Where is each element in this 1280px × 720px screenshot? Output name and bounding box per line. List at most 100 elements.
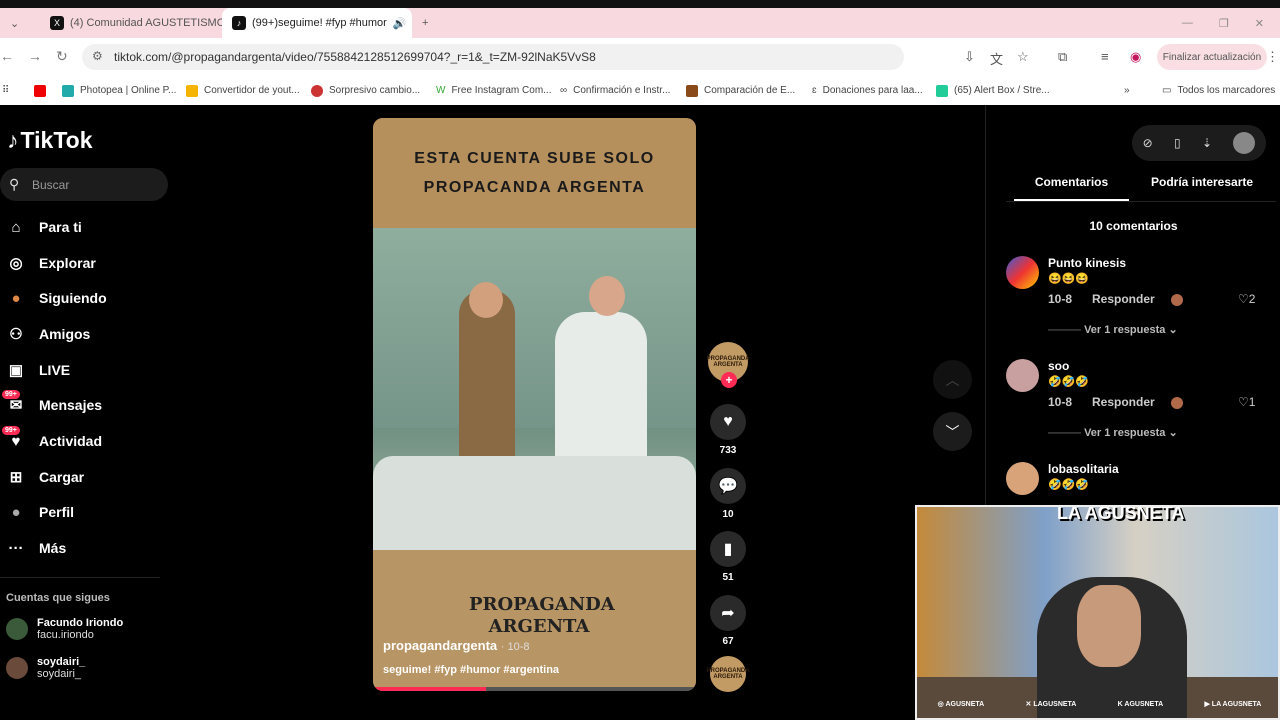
update-button[interactable]: Finalizar actualización <box>1157 44 1267 70</box>
bookmark-item[interactable]: ∞ Confirmación e Instr... <box>560 85 670 96</box>
view-replies[interactable]: ——— Ver 1 respuesta ⌄ <box>1048 426 1178 439</box>
previous-video-button[interactable]: ︿ <box>933 360 972 399</box>
nav-live[interactable]: ▣ LIVE <box>6 360 70 380</box>
like-button[interactable]: ♥ 733 <box>710 404 746 456</box>
commenter-name[interactable]: lobasolitaria <box>1048 462 1119 476</box>
new-tab-button[interactable]: + <box>412 8 442 38</box>
extensions-icon[interactable]: ⧉ <box>1058 49 1067 65</box>
video-headline: ESTA CUENTA SUBE SOLO PROPACANDA ARGENTA <box>373 118 696 228</box>
following-account[interactable]: Facundo Iriondo facu.iriondo <box>6 617 123 641</box>
next-video-button[interactable]: ﹀ <box>933 412 972 451</box>
nav-label: Mensajes <box>39 397 103 413</box>
chevron-down-icon: ⌄ <box>10 17 20 30</box>
bookmark-item[interactable]: W Free Instagram Com... <box>436 85 551 96</box>
back-icon[interactable]: ← <box>0 48 14 64</box>
tiktok-icon: ♪ <box>232 16 246 30</box>
reply-button[interactable]: Responder <box>1092 395 1155 409</box>
url-field[interactable]: ⚙ tiktok.com/@propagandargenta/video/755… <box>82 44 904 70</box>
tab-comentarios[interactable]: Comentarios <box>1014 175 1129 201</box>
nav-label: Cargar <box>39 469 85 485</box>
nav-label: Perfil <box>39 504 75 520</box>
bookmark-item[interactable]: Convertidor de yout... <box>186 84 300 97</box>
star-icon[interactable]: ☆ <box>1017 49 1029 65</box>
save-button[interactable]: ▮ 51 <box>710 531 746 583</box>
more-bookmarks-icon[interactable]: » <box>1124 85 1130 96</box>
translate-icon[interactable]: 文 <box>990 49 1003 68</box>
nav-para-ti[interactable]: ⌂ Para ti <box>6 217 81 237</box>
site-info-icon[interactable]: ⚙ <box>92 49 103 63</box>
avatar[interactable] <box>1006 256 1039 289</box>
commenter-name[interactable]: soo <box>1048 359 1069 373</box>
account-name: Facundo Iriondo <box>37 617 124 629</box>
nav-explorar[interactable]: ◎ Explorar <box>6 253 95 273</box>
nav-perfil[interactable]: ● Perfil <box>6 502 74 522</box>
bookmark-item[interactable]: Sorpresivo cambio... <box>311 84 420 97</box>
bookmark-item[interactable]: Comparación de E... <box>686 84 795 97</box>
nav-mensajes[interactable]: ✉ 99+ Mensajes <box>2 390 103 415</box>
close-window-icon[interactable]: ✕ <box>1255 17 1264 30</box>
nav-amigos[interactable]: ⚇ Amigos <box>6 324 90 344</box>
avatar[interactable] <box>1006 462 1039 495</box>
logo-line: ARGENTA <box>488 616 590 637</box>
bookmark-item[interactable]: Photopea | Online P... <box>62 84 176 97</box>
progress-bar[interactable] <box>373 687 696 691</box>
maximize-icon[interactable]: ❐ <box>1219 17 1229 30</box>
share-button[interactable]: ➦ 67 <box>710 595 746 647</box>
comment-date: 10-8 <box>1048 292 1073 306</box>
logo-line: PROPAGANDA <box>469 594 615 615</box>
nav-actividad[interactable]: ♥ 99+ Actividad <box>2 426 103 451</box>
x-handle: ✕ LAGUSNETA <box>1026 700 1077 708</box>
nav-label: Actividad <box>39 433 103 449</box>
user-avatar[interactable] <box>1233 132 1256 154</box>
photopea-icon <box>62 84 74 97</box>
nav-cargar[interactable]: ⊞ Cargar <box>6 467 84 487</box>
download-icon[interactable]: ⇣ <box>1202 136 1212 150</box>
bookmark-item[interactable]: ɛ Donaciones para laa... <box>812 85 923 96</box>
all-bookmarks[interactable]: ▭ Todos los marcadores <box>1162 85 1275 96</box>
youtube-handle: ▶ LA AGUSNETA <box>1204 700 1261 708</box>
reload-icon[interactable]: ↻ <box>56 48 68 65</box>
video-scene <box>373 228 696 550</box>
reply-button[interactable]: Responder <box>1092 292 1155 306</box>
video-player[interactable]: ESTA CUENTA SUBE SOLO PROPACANDA ARGENTA… <box>373 118 696 691</box>
tab-comunidad[interactable]: X (4) Comunidad AGUSTETISMO ✕ <box>40 8 222 38</box>
headline-line: ESTA CUENTA SUBE SOLO <box>414 150 655 167</box>
search-input[interactable]: ⚲ Buscar <box>0 168 168 201</box>
tab-strip: ⌄ X (4) Comunidad AGUSTETISMO ✕ ♪ (99+)s… <box>0 8 1280 38</box>
comment-like[interactable]: ♡2 <box>1238 292 1255 306</box>
tab-search-button[interactable]: ⌄ <box>0 8 40 38</box>
comment-button[interactable]: 💬 10 <box>710 468 746 520</box>
account-handle: soydairi_ <box>37 668 82 680</box>
tab-divider <box>1006 201 1276 202</box>
tab-podria-interesarte[interactable]: Podría interesarte <box>1151 175 1276 201</box>
sound-disc[interactable]: PROPAGANDA ARGENTA <box>707 656 750 692</box>
compass-icon[interactable]: ⊘ <box>1143 136 1153 150</box>
media-icon[interactable]: ≡ <box>1101 49 1109 64</box>
following-account[interactable]: soydairi_ soydairi_ <box>6 656 85 680</box>
nav-mas[interactable]: ··· Más <box>6 538 67 558</box>
profile-icon[interactable]: ◉ <box>1130 49 1141 65</box>
install-app-icon[interactable]: ⇩ <box>964 49 975 65</box>
commenter-name[interactable]: Punto kinesis <box>1048 256 1126 270</box>
video-author[interactable]: propagandargenta · 10-8 <box>383 638 530 653</box>
follow-plus-button[interactable]: + <box>721 372 737 388</box>
avatar[interactable] <box>1006 359 1039 392</box>
nav-siguiendo[interactable]: ● Siguiendo <box>6 288 106 308</box>
comment-like[interactable]: ♡1 <box>1238 395 1255 409</box>
panel-toolbar: ⊘ ▯ ⇣ <box>1132 125 1266 161</box>
youtube-bookmark[interactable] <box>34 84 46 97</box>
minimize-icon[interactable]: — <box>1182 17 1193 30</box>
video-caption: seguime! #fyp #humor #argentina <box>383 664 560 676</box>
bookmark-item[interactable]: (65) Alert Box / Stre... <box>936 84 1050 97</box>
creator-liked-avatar <box>1171 397 1183 409</box>
menu-icon[interactable]: ⋮ <box>1266 49 1279 65</box>
speaker-icon[interactable]: 🔊 <box>393 17 407 30</box>
view-replies[interactable]: ——— Ver 1 respuesta ⌄ <box>1048 323 1178 336</box>
apps-icon[interactable]: ⠿ <box>2 85 9 96</box>
tiktok-logo[interactable]: ♪ TikTok <box>7 127 93 154</box>
tab-tiktok[interactable]: ♪ (99+)seguime! #fyp #humor 🔊 ✕ <box>222 8 412 38</box>
live-icon: ▣ <box>8 362 24 379</box>
nav-label: Amigos <box>39 326 91 342</box>
forward-icon[interactable]: → <box>28 48 42 64</box>
phone-icon[interactable]: ▯ <box>1174 136 1181 150</box>
